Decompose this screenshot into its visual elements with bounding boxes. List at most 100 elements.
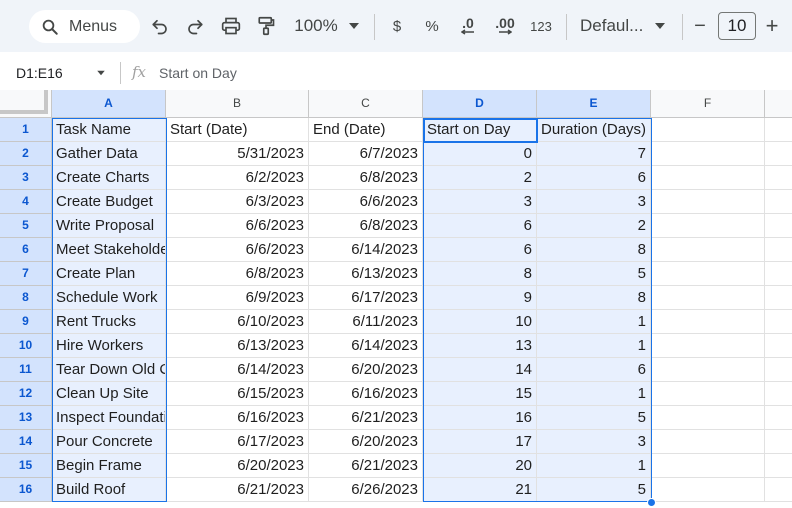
cell-a15[interactable]: Begin Frame [52,454,166,478]
decrease-font-size-button[interactable]: − [691,14,709,38]
cell-e6[interactable]: 8 [537,238,651,262]
cell-d6[interactable]: 6 [423,238,537,262]
cell-c4[interactable]: 6/6/2023 [309,190,423,214]
cell-g8[interactable] [765,286,792,310]
cell-a10[interactable]: Hire Workers [52,334,166,358]
cell-c10[interactable]: 6/14/2023 [309,334,423,358]
row-header[interactable]: 14 [0,430,52,454]
cell-d11[interactable]: 14 [423,358,537,382]
cell-f9[interactable] [651,310,765,334]
cell-d1[interactable]: Start on Day [423,118,537,142]
row-header[interactable]: 16 [0,478,52,502]
cell-e1[interactable]: Duration (Days) [537,118,651,142]
cell-d3[interactable]: 2 [423,166,537,190]
cell-d13[interactable]: 16 [423,406,537,430]
cell-d9[interactable]: 10 [423,310,537,334]
cell-b16[interactable]: 6/21/2023 [166,478,309,502]
cell-g15[interactable] [765,454,792,478]
cell-b7[interactable]: 6/8/2023 [166,262,309,286]
cell-g11[interactable] [765,358,792,382]
cell-d7[interactable]: 8 [423,262,537,286]
cell-g4[interactable] [765,190,792,214]
column-header-e[interactable]: E [537,90,651,118]
print-button[interactable] [220,14,242,38]
number-format-button[interactable]: 123 [528,14,554,38]
cell-d8[interactable]: 9 [423,286,537,310]
cell-g12[interactable] [765,382,792,406]
cell-b11[interactable]: 6/14/2023 [166,358,309,382]
row-header[interactable]: 1 [0,118,52,142]
name-box[interactable]: D1:E16 [16,65,63,81]
cell-g2[interactable] [765,142,792,166]
cell-e16[interactable]: 5 [537,478,651,502]
cell-d10[interactable]: 13 [423,334,537,358]
cell-b14[interactable]: 6/17/2023 [166,430,309,454]
cell-f11[interactable] [651,358,765,382]
redo-button[interactable] [185,14,205,38]
row-header[interactable]: 12 [0,382,52,406]
cell-g14[interactable] [765,430,792,454]
cell-c15[interactable]: 6/21/2023 [309,454,423,478]
cell-e5[interactable]: 2 [537,214,651,238]
column-header-a[interactable]: A [52,90,166,118]
increase-font-size-button[interactable]: + [762,13,782,38]
cell-g1[interactable] [765,118,792,142]
cell-e9[interactable]: 1 [537,310,651,334]
cell-e13[interactable]: 5 [537,406,651,430]
cell-g9[interactable] [765,310,792,334]
cell-a11[interactable]: Tear Down Old Construction [52,358,166,382]
row-header[interactable]: 15 [0,454,52,478]
cell-d2[interactable]: 0 [423,142,537,166]
cell-b6[interactable]: 6/6/2023 [166,238,309,262]
cell-d15[interactable]: 20 [423,454,537,478]
paint-format-button[interactable] [256,14,276,38]
cell-f14[interactable] [651,430,765,454]
cell-a5[interactable]: Write Proposal [52,214,166,238]
cell-d14[interactable]: 17 [423,430,537,454]
column-header-b[interactable]: B [166,90,309,118]
select-all-corner[interactable] [0,90,52,118]
cell-c5[interactable]: 6/8/2023 [309,214,423,238]
row-header[interactable]: 7 [0,262,52,286]
cell-b5[interactable]: 6/6/2023 [166,214,309,238]
cell-a8[interactable]: Schedule Work [52,286,166,310]
cell-a13[interactable]: Inspect Foundation [52,406,166,430]
cell-g10[interactable] [765,334,792,358]
cell-g7[interactable] [765,262,792,286]
row-header[interactable]: 4 [0,190,52,214]
cell-d4[interactable]: 3 [423,190,537,214]
cell-f1[interactable] [651,118,765,142]
cell-e15[interactable]: 1 [537,454,651,478]
row-header[interactable]: 8 [0,286,52,310]
cell-c14[interactable]: 6/20/2023 [309,430,423,454]
cell-c12[interactable]: 6/16/2023 [309,382,423,406]
currency-format-button[interactable]: $ [388,14,406,38]
zoom-select[interactable]: 100% [292,14,340,38]
increase-decimal-button[interactable]: .00 [492,14,518,38]
decrease-decimal-button[interactable]: .0 [455,14,481,38]
caret-down-icon[interactable] [96,70,106,76]
cell-a9[interactable]: Rent Trucks [52,310,166,334]
percent-format-button[interactable]: % [422,14,442,38]
cell-f6[interactable] [651,238,765,262]
cell-b15[interactable]: 6/20/2023 [166,454,309,478]
cell-c7[interactable]: 6/13/2023 [309,262,423,286]
row-header[interactable]: 5 [0,214,52,238]
cell-c13[interactable]: 6/21/2023 [309,406,423,430]
cell-f7[interactable] [651,262,765,286]
column-header-d[interactable]: D [423,90,537,118]
cell-a12[interactable]: Clean Up Site [52,382,166,406]
cell-b1[interactable]: Start (Date) [166,118,309,142]
menus-search-button[interactable]: Menus [29,10,140,43]
cell-c9[interactable]: 6/11/2023 [309,310,423,334]
cell-c11[interactable]: 6/20/2023 [309,358,423,382]
cell-e12[interactable]: 1 [537,382,651,406]
cell-d16[interactable]: 21 [423,478,537,502]
row-header[interactable]: 3 [0,166,52,190]
cell-b9[interactable]: 6/10/2023 [166,310,309,334]
cell-c2[interactable]: 6/7/2023 [309,142,423,166]
cell-a6[interactable]: Meet Stakeholders [52,238,166,262]
cell-b13[interactable]: 6/16/2023 [166,406,309,430]
cell-f8[interactable] [651,286,765,310]
row-header[interactable]: 10 [0,334,52,358]
